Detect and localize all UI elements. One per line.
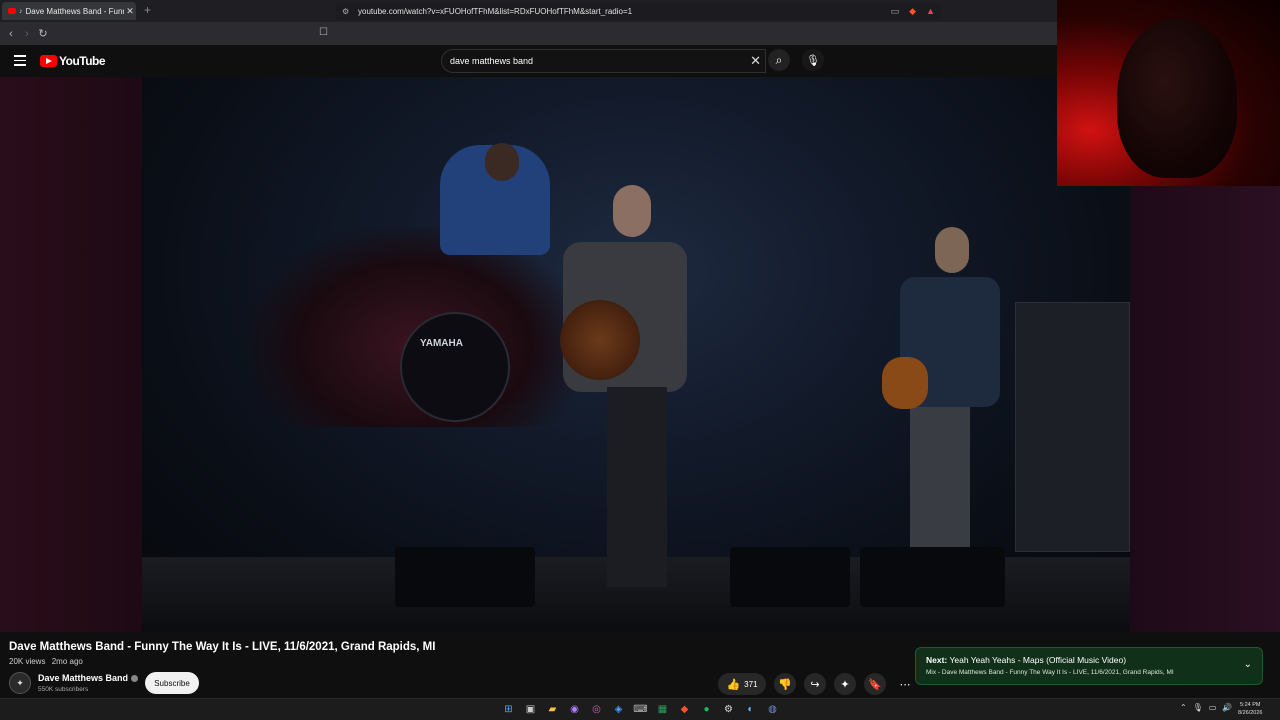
system-tray: ⌃ 🎙 ▭ 🔊 (1180, 703, 1232, 712)
mic-icon[interactable]: 🎙 (1193, 703, 1203, 712)
webcam-overlay (1057, 0, 1280, 186)
stage-monitor (860, 547, 1005, 607)
subscribe-button[interactable]: Subscribe (145, 672, 199, 694)
settings-icon[interactable]: ⚙ (720, 701, 737, 718)
youtube-logo[interactable]: YouTube (40, 54, 106, 68)
address-text: youtube.com/watch?v=xFUOHofTFhM&list=RDx… (358, 7, 633, 16)
video-actions: 👍 371 👎 ↪ ✦ 🔖 ⋯ (718, 672, 916, 696)
app-icon[interactable]: ◎ (588, 701, 605, 718)
save-button[interactable]: 🔖 (864, 673, 886, 695)
taskbar-apps: ⊞ ▣ ▰ ◉ ◎ ◈ ⌨ ▦ ◆ ● ⚙ ◐ ◍ (500, 701, 781, 718)
search-button[interactable]: ⌕ (768, 49, 790, 71)
close-tab-icon[interactable]: ✕ (124, 6, 136, 17)
forward-icon[interactable]: › (19, 28, 35, 40)
bookmark-icon[interactable]: ☐ (319, 27, 328, 38)
site-info-icon[interactable]: ⚙ (342, 7, 352, 16)
verified-icon (131, 675, 139, 683)
youtube-favicon-icon (8, 8, 16, 14)
chevron-down-icon[interactable]: ⌄ (1244, 659, 1252, 670)
excel-icon[interactable]: ▦ (654, 701, 671, 718)
more-icon: ⋯ (899, 678, 911, 691)
clock-time: 5:24 PM (1239, 702, 1261, 708)
acoustic-guitar (560, 300, 640, 380)
task-view-icon[interactable]: ▣ (522, 701, 539, 718)
speaker-icon[interactable]: ♪ (19, 8, 23, 15)
clock[interactable]: 5:24 PM 8/26/2026 (1238, 701, 1262, 717)
app-icon[interactable]: ◈ (610, 701, 627, 718)
search-query: dave matthews band (450, 56, 534, 66)
singer (545, 177, 705, 597)
brave-rewards-icon[interactable]: ▲ (926, 6, 935, 17)
spotify-icon[interactable]: ● (698, 701, 715, 718)
display-icon[interactable]: ▭ (1209, 703, 1217, 712)
share-icon: ↪ (810, 678, 820, 691)
stage-monitor (730, 547, 850, 607)
dislike-button[interactable]: 👎 (774, 673, 796, 695)
discord-icon[interactable]: ◍ (764, 701, 781, 718)
back-icon[interactable]: ‹ (3, 28, 19, 40)
clear-search-icon[interactable]: ✕ (750, 53, 761, 69)
next-subtitle: Mix - Dave Matthews Band - Funny The Way… (926, 669, 1174, 676)
brave-icon[interactable]: ◆ (676, 701, 693, 718)
file-explorer-icon[interactable]: ▰ (544, 701, 561, 718)
video-title: Dave Matthews Band - Funny The Way It Is… (9, 641, 436, 653)
next-up-card[interactable]: Next: Yeah Yeah Yeahs - Maps (Official M… (915, 647, 1263, 685)
address-bar[interactable]: ⚙ youtube.com/watch?v=xFUOHofTFhM&list=R… (336, 3, 941, 20)
youtube-header: YouTube dave matthews band ✕ (0, 45, 1057, 77)
search-icon: ⌕ (775, 52, 783, 67)
bass-drum: YAMAHA (400, 312, 510, 422)
start-icon[interactable]: ⊞ (500, 701, 517, 718)
subscriber-count: 550K subscribers (38, 686, 89, 693)
steam-icon[interactable]: ◐ (742, 701, 759, 718)
upload-age: 2mo ago (51, 657, 83, 666)
webcam-person (1117, 18, 1237, 178)
like-count: 371 (744, 679, 758, 689)
tab-title: Dave Matthews Band - Funny (25, 6, 125, 16)
ask-button[interactable]: ✦ (834, 673, 856, 695)
channel-name-text: Dave Matthews Band (38, 673, 129, 683)
avatar-icon: ✦ (16, 677, 24, 688)
next-title: Yeah Yeah Yeahs - Maps (Official Music V… (949, 655, 1127, 665)
amplifier (1015, 302, 1130, 552)
stage-monitor (395, 547, 535, 607)
microphone-icon: 🎙 (806, 54, 820, 67)
cast-icon[interactable]: ▭ (891, 6, 900, 17)
browser-tab[interactable]: ♪ Dave Matthews Band - Funny ✕ (2, 2, 136, 20)
view-count: 20K views (9, 657, 46, 666)
taskbar: ⊞ ▣ ▰ ◉ ◎ ◈ ⌨ ▦ ◆ ● ⚙ ◐ ◍ ⌃ 🎙 ▭ 🔊 5:24 P… (0, 698, 1280, 720)
search-input[interactable]: dave matthews band ✕ (441, 49, 766, 73)
channel-avatar[interactable]: ✦ (9, 672, 31, 694)
app-icon[interactable]: ◉ (566, 701, 583, 718)
browser-toolbar: ‹ › ↻ (0, 22, 1057, 45)
menu-icon[interactable] (14, 55, 26, 69)
bookmark-icon: 🔖 (868, 678, 882, 691)
bass-guitar (882, 357, 928, 409)
clock-date: 8/26/2026 (1238, 710, 1263, 716)
bass-drum-label: YAMAHA (420, 338, 463, 349)
channel-name[interactable]: Dave Matthews Band (38, 673, 139, 683)
reload-icon[interactable]: ↻ (35, 27, 51, 40)
new-tab-icon[interactable]: + (144, 3, 151, 17)
voice-search-button[interactable]: 🎙 (802, 49, 824, 71)
drummer-head (485, 143, 519, 181)
brave-shield-icon[interactable]: ◆ (909, 6, 916, 17)
video-left-ambient (0, 77, 142, 632)
like-button[interactable]: 👍 371 (718, 673, 766, 695)
youtube-logo-text: YouTube (59, 54, 106, 68)
share-button[interactable]: ↪ (804, 673, 826, 695)
video-meta: 20K views 2mo ago (9, 657, 87, 666)
next-label: Next: (926, 655, 948, 665)
chevron-up-icon[interactable]: ⌃ (1180, 703, 1187, 712)
sparkle-icon: ✦ (840, 678, 850, 691)
youtube-play-icon (40, 55, 57, 67)
thumbs-down-icon: 👎 (778, 678, 792, 691)
next-up-line: Next: Yeah Yeah Yeahs - Maps (Official M… (926, 655, 1126, 665)
thumbs-up-icon: 👍 (726, 678, 741, 691)
more-button[interactable]: ⋯ (894, 673, 916, 695)
terminal-icon[interactable]: ⌨ (632, 701, 649, 718)
volume-icon[interactable]: 🔊 (1222, 703, 1232, 712)
